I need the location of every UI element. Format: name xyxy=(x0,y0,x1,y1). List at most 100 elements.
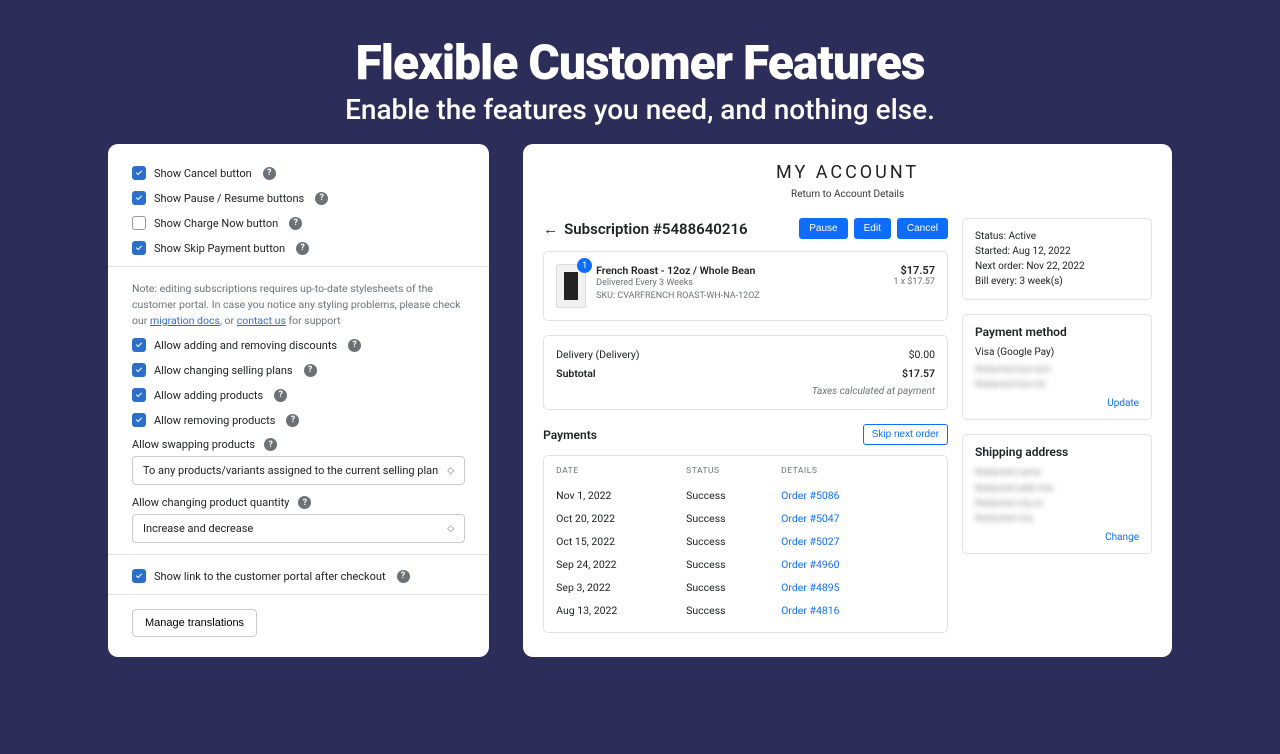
qty-badge: 1 xyxy=(577,258,592,273)
qty-label: Allow changing product quantity ? xyxy=(132,496,465,509)
help-icon[interactable]: ? xyxy=(296,242,309,255)
product-price-breakdown: 1 x $17.57 xyxy=(893,277,935,287)
payment-status: Success xyxy=(686,581,781,594)
payment-row: Oct 20, 2022SuccessOrder #5047 xyxy=(556,507,935,530)
settings-panel: Show Cancel button? Show Pause / Resume b… xyxy=(108,144,489,657)
checkbox-label: Allow changing selling plans xyxy=(154,364,293,377)
qty-select[interactable]: Increase and decrease ◇ xyxy=(132,514,465,543)
swap-products-select[interactable]: To any products/variants assigned to the… xyxy=(132,456,465,485)
checkbox-label: Show Skip Payment button xyxy=(154,242,285,255)
checkbox[interactable] xyxy=(132,241,146,255)
checkbox[interactable] xyxy=(132,191,146,205)
payment-date: Aug 13, 2022 xyxy=(556,604,686,617)
checkbox-label: Show link to the customer portal after c… xyxy=(154,570,386,583)
chevron-down-icon: ◇ xyxy=(447,524,454,534)
checkbox[interactable] xyxy=(132,166,146,180)
product-card: 1 French Roast - 12oz / Whole Bean Deliv… xyxy=(543,251,948,321)
payment-redacted: Redacted line textRedacted line txt xyxy=(975,362,1139,392)
status-started: Started: Aug 12, 2022 xyxy=(975,244,1139,259)
payments-table: DATE STATUS DETAILS Nov 1, 2022SuccessOr… xyxy=(543,455,948,633)
subscription-title: ← Subscription #5488640216 xyxy=(543,220,747,238)
help-icon[interactable]: ? xyxy=(286,414,299,427)
return-link[interactable]: Return to Account Details xyxy=(543,189,1152,200)
cancel-button[interactable]: Cancel xyxy=(897,218,948,239)
contact-us-link[interactable]: contact us xyxy=(237,314,286,327)
account-panel: MY ACCOUNT Return to Account Details ← S… xyxy=(523,144,1172,657)
divider xyxy=(108,266,489,267)
payment-date: Oct 15, 2022 xyxy=(556,535,686,548)
payment-date: Sep 24, 2022 xyxy=(556,558,686,571)
delivery-value: $0.00 xyxy=(909,348,935,361)
checkbox[interactable] xyxy=(132,569,146,583)
product-price: $17.57 xyxy=(893,264,935,277)
back-arrow-icon[interactable]: ← xyxy=(543,220,558,238)
col-status-header: STATUS xyxy=(686,466,781,476)
divider xyxy=(108,594,489,595)
help-icon[interactable]: ? xyxy=(298,496,311,509)
pause-button[interactable]: Pause xyxy=(799,218,847,239)
payment-order-link[interactable]: Order #4816 xyxy=(781,604,935,617)
help-icon[interactable]: ? xyxy=(264,438,277,451)
checkbox[interactable] xyxy=(132,388,146,402)
help-icon[interactable]: ? xyxy=(274,389,287,402)
checkbox-row: Allow adding products? xyxy=(132,388,465,402)
change-shipping-link[interactable]: Change xyxy=(975,532,1139,543)
manage-translations-button[interactable]: Manage translations xyxy=(132,609,257,637)
payment-order-link[interactable]: Order #4895 xyxy=(781,581,935,594)
checkbox-row: Show Pause / Resume buttons? xyxy=(132,191,465,205)
subtotal-value: $17.57 xyxy=(902,367,935,380)
help-icon[interactable]: ? xyxy=(348,339,361,352)
help-icon[interactable]: ? xyxy=(304,364,317,377)
status-next: Next order: Nov 22, 2022 xyxy=(975,259,1139,274)
payment-order-link[interactable]: Order #4960 xyxy=(781,558,935,571)
payment-row: Nov 1, 2022SuccessOrder #5086 xyxy=(556,484,935,507)
shipping-card: Shipping address Redacted nameRedacted a… xyxy=(962,434,1152,554)
product-image: 1 xyxy=(556,264,586,308)
product-sku: SKU: CVARFRENCH ROAST-WH-NA-12OZ xyxy=(596,290,883,303)
checkbox[interactable] xyxy=(132,363,146,377)
account-title: MY ACCOUNT xyxy=(543,162,1152,183)
delivery-label: Delivery (Delivery) xyxy=(556,348,639,361)
payment-status: Success xyxy=(686,558,781,571)
subtotal-label: Subtotal xyxy=(556,367,595,380)
shipping-title: Shipping address xyxy=(975,445,1139,459)
help-icon[interactable]: ? xyxy=(289,217,302,230)
shipping-redacted: Redacted nameRedacted addr lineRedacted … xyxy=(975,465,1139,526)
help-icon[interactable]: ? xyxy=(397,570,410,583)
checkbox[interactable] xyxy=(132,216,146,230)
checkbox-label: Allow adding and removing discounts xyxy=(154,339,337,352)
payment-order-link[interactable]: Order #5027 xyxy=(781,535,935,548)
checkbox-label: Show Charge Now button xyxy=(154,217,278,230)
payment-row: Aug 13, 2022SuccessOrder #4816 xyxy=(556,599,935,622)
payment-date: Nov 1, 2022 xyxy=(556,489,686,502)
checkbox-label: Allow adding products xyxy=(154,389,263,402)
payment-row: Sep 3, 2022SuccessOrder #4895 xyxy=(556,576,935,599)
status-active: Status: Active xyxy=(975,229,1139,244)
settings-note: Note: editing subscriptions requires up-… xyxy=(132,281,465,328)
chevron-down-icon: ◇ xyxy=(447,466,454,476)
status-bill: Bill every: 3 week(s) xyxy=(975,274,1139,289)
divider xyxy=(108,554,489,555)
checkbox[interactable] xyxy=(132,338,146,352)
help-icon[interactable]: ? xyxy=(263,167,276,180)
update-payment-link[interactable]: Update xyxy=(975,398,1139,409)
payment-row: Oct 15, 2022SuccessOrder #5027 xyxy=(556,530,935,553)
payment-status: Success xyxy=(686,535,781,548)
hero-title: Flexible Customer Features xyxy=(0,34,1280,91)
payment-method-title: Payment method xyxy=(975,325,1139,339)
help-icon[interactable]: ? xyxy=(315,192,328,205)
edit-button[interactable]: Edit xyxy=(854,218,891,239)
payment-status: Success xyxy=(686,604,781,617)
migration-docs-link[interactable]: migration docs xyxy=(150,314,220,327)
summary-card: Delivery (Delivery) $0.00 Subtotal $17.5… xyxy=(543,335,948,410)
status-card: Status: Active Started: Aug 12, 2022 Nex… xyxy=(962,218,1152,300)
checkbox-row: Show Cancel button? xyxy=(132,166,465,180)
checkbox[interactable] xyxy=(132,413,146,427)
checkbox-row: Allow changing selling plans? xyxy=(132,363,465,377)
payment-status: Success xyxy=(686,512,781,525)
product-name: French Roast - 12oz / Whole Bean xyxy=(596,264,883,277)
payment-order-link[interactable]: Order #5047 xyxy=(781,512,935,525)
skip-order-button[interactable]: Skip next order xyxy=(863,424,948,445)
product-delivery: Delivered Every 3 Weeks xyxy=(596,277,883,290)
payment-order-link[interactable]: Order #5086 xyxy=(781,489,935,502)
